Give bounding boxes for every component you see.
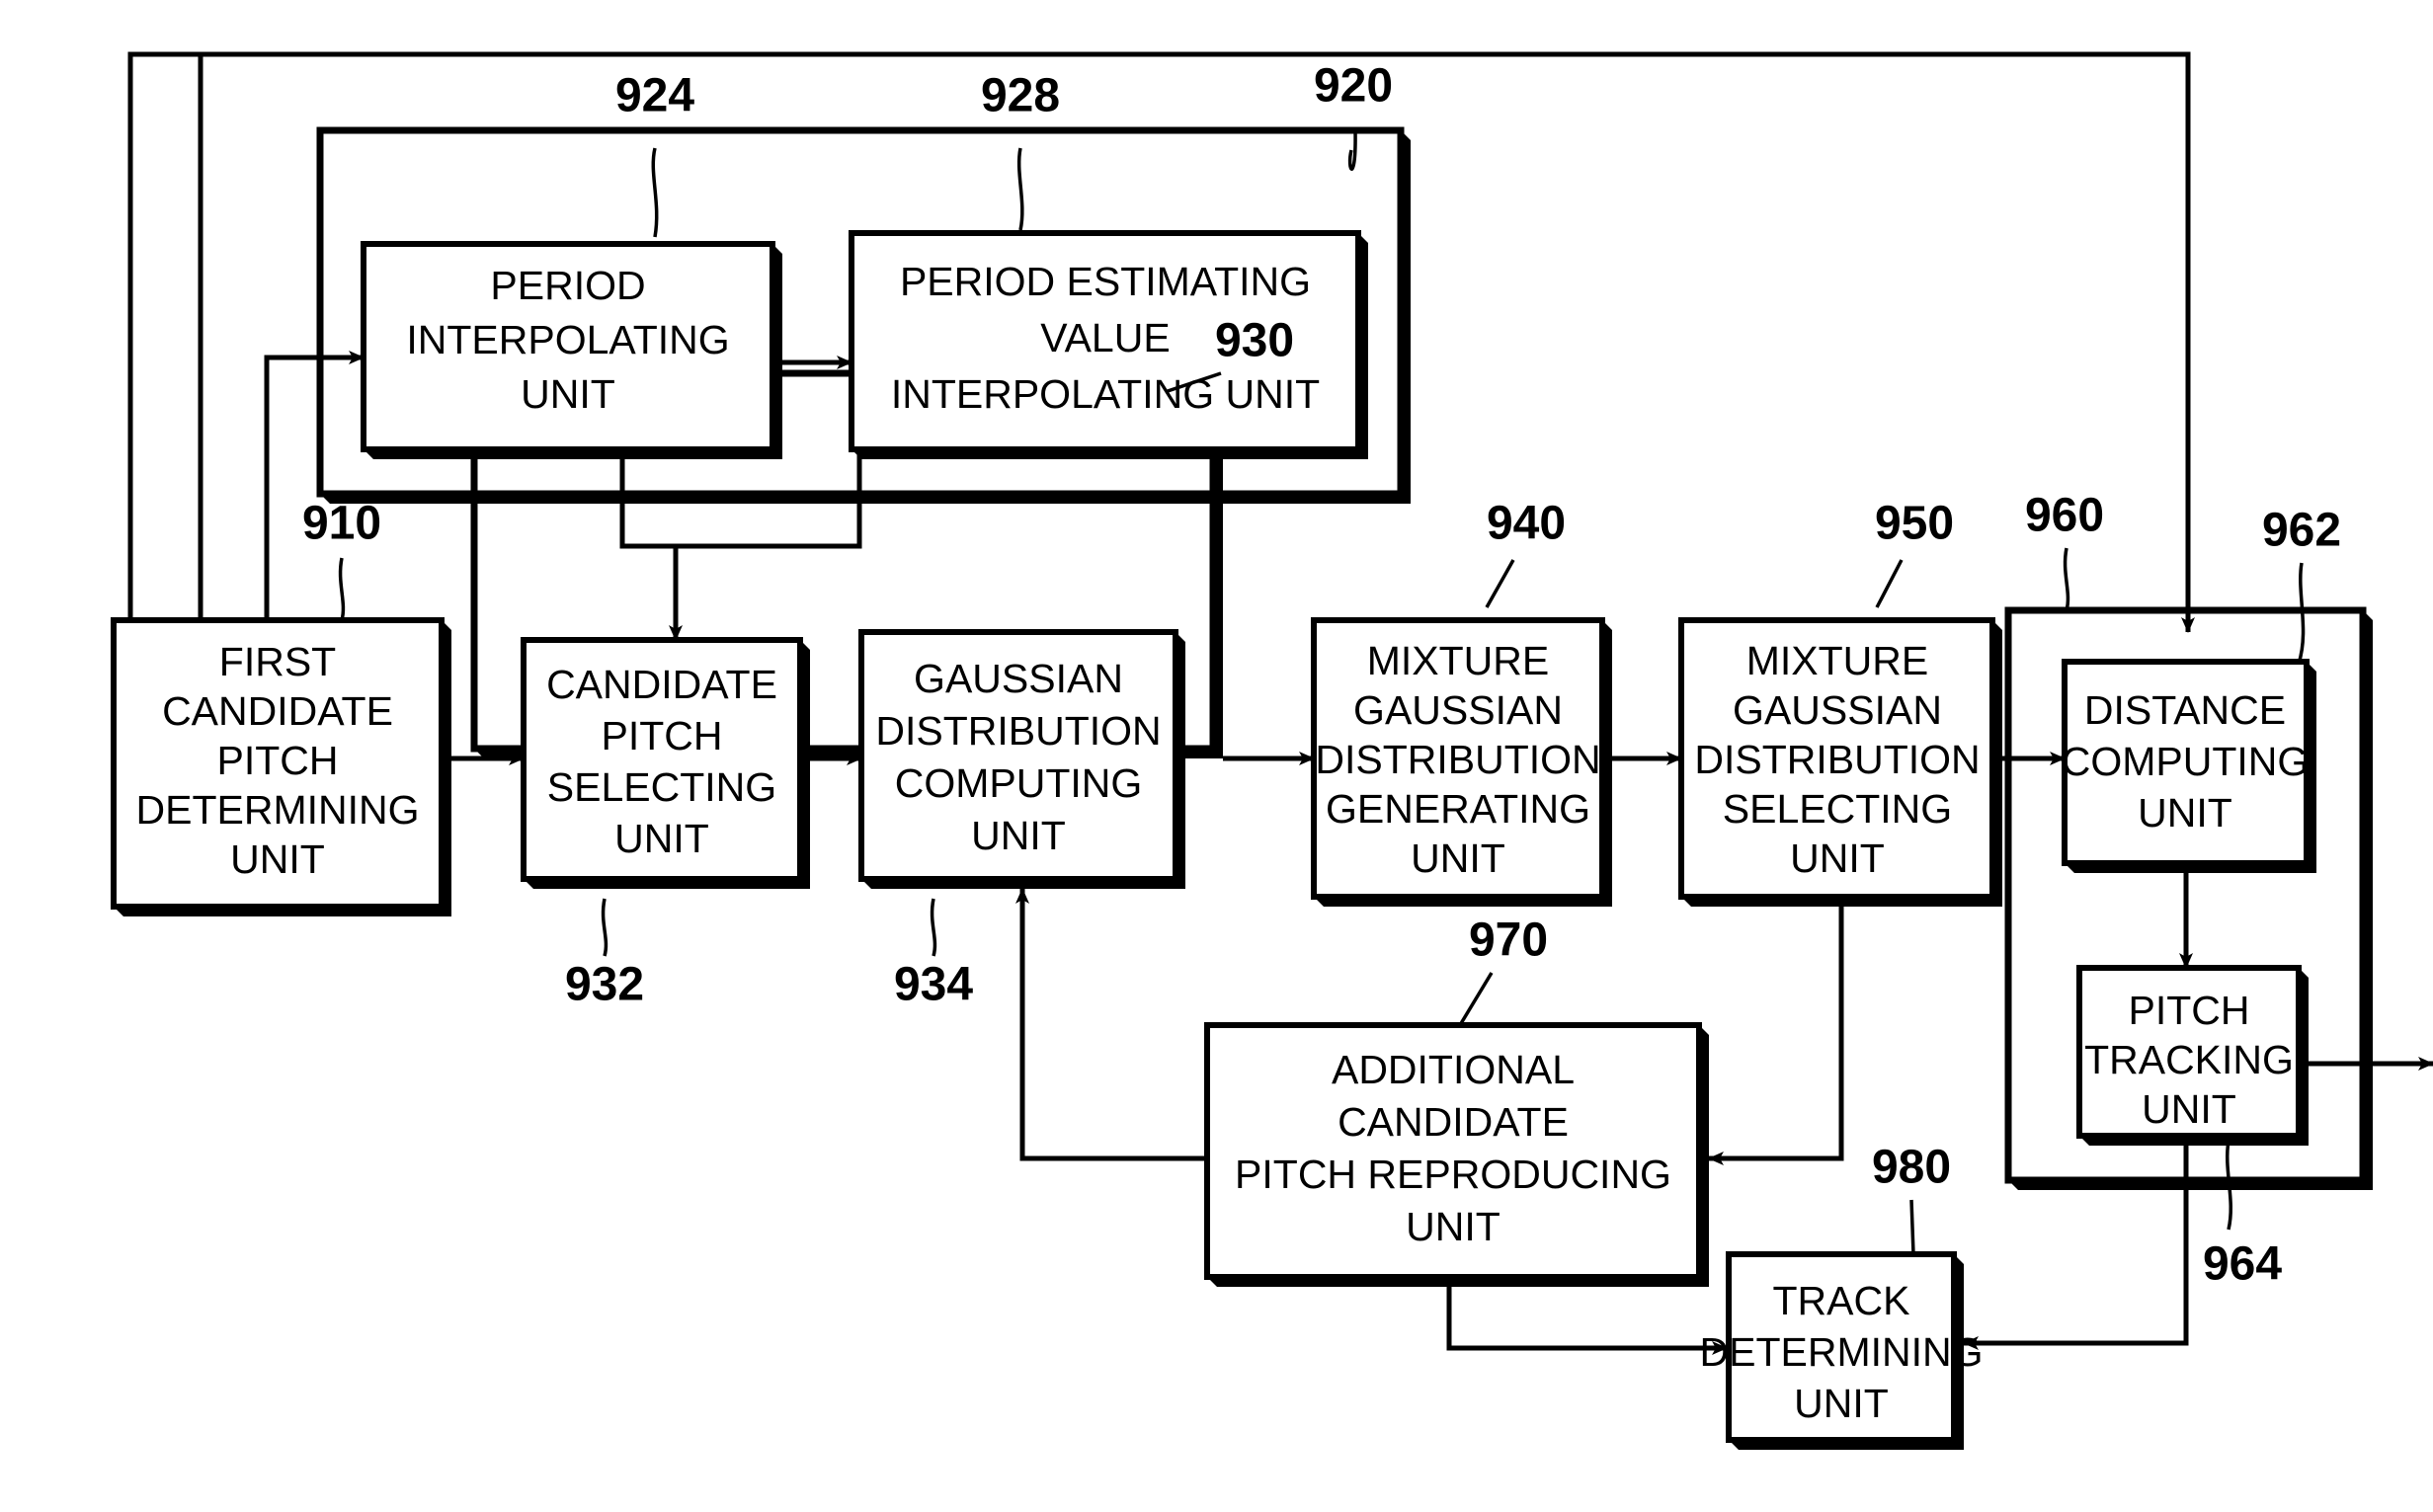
ref-950-label: 950 (1875, 498, 1954, 550)
block-910-line-2: CANDIDATE (162, 688, 393, 734)
block-934-line-4: UNIT (971, 813, 1066, 858)
block-928-line-2: VALUE (1040, 315, 1170, 360)
ref-numeral-934: 934 (894, 898, 973, 1011)
block-962-line-2: COMPUTING (2062, 739, 2310, 784)
ref-920-label: 920 (1314, 60, 1393, 113)
ref-932-label: 932 (565, 959, 644, 1011)
block-940-line-4: GENERATING (1326, 786, 1590, 832)
ref-numeral-960: 960 (2025, 490, 2104, 611)
ref-numeral-920: 920 (1314, 60, 1393, 171)
ref-numeral-928: 928 (981, 70, 1060, 231)
block-962-line-1: DISTANCE (2084, 687, 2286, 733)
block-928-line-3: INTERPOLATING UNIT (891, 371, 1320, 417)
ref-910-label: 910 (302, 498, 381, 550)
wire-970-to-980 (1446, 1277, 1728, 1355)
wire-964-to-980 (1963, 1136, 2189, 1350)
block-934-line-1: GAUSSIAN (914, 656, 1123, 701)
ref-numeral-962: 962 (2262, 505, 2341, 665)
block-964-line-1: PITCH (2129, 988, 2250, 1033)
ref-960-label: 960 (2025, 490, 2104, 542)
ref-980-label: 980 (1872, 1142, 1951, 1194)
ref-928-label: 928 (981, 70, 1060, 122)
block-mixture-gaussian-distribution-selecting-unit[interactable]: MIXTURE GAUSSIAN DISTRIBUTION SELECTING … (1678, 617, 2002, 907)
block-932-line-3: SELECTING (547, 764, 776, 810)
block-970-line-3: PITCH REPRODUCING (1235, 1152, 1671, 1197)
block-934-line-2: DISTRIBUTION (875, 708, 1161, 754)
block-940-line-3: DISTRIBUTION (1315, 737, 1600, 782)
block-first-candidate-pitch-determining-unit[interactable]: FIRST CANDIDATE PITCH DETERMINING UNIT (111, 617, 451, 916)
ref-numeral-970: 970 (1458, 915, 1548, 1026)
block-pitch-tracking-unit[interactable]: PITCH TRACKING UNIT (2076, 965, 2309, 1146)
block-932-line-4: UNIT (614, 816, 709, 861)
ref-numeral-964: 964 (2203, 1140, 2282, 1291)
block-924-line-3: UNIT (521, 371, 615, 417)
ref-numeral-932: 932 (565, 898, 644, 1011)
block-964-line-2: TRACKING (2084, 1037, 2294, 1082)
block-candidate-pitch-selecting-unit[interactable]: CANDIDATE PITCH SELECTING UNIT (521, 637, 810, 889)
block-924-line-1: PERIOD (490, 263, 645, 308)
block-910-line-3: PITCH (217, 738, 339, 783)
ref-numeral-924: 924 (615, 70, 694, 238)
block-970-line-2: CANDIDATE (1338, 1099, 1569, 1145)
ref-964-label: 964 (2203, 1238, 2282, 1291)
block-970-line-1: ADDITIONAL (1332, 1047, 1575, 1092)
ref-934-label: 934 (894, 959, 973, 1011)
block-additional-candidate-pitch-reproducing-unit[interactable]: ADDITIONAL CANDIDATE PITCH REPRODUCING U… (1204, 1022, 1709, 1287)
block-mixture-gaussian-distribution-generating-unit[interactable]: MIXTURE GAUSSIAN DISTRIBUTION GENERATING… (1311, 617, 1612, 907)
block-964-line-3: UNIT (2142, 1086, 2236, 1132)
block-962-line-3: UNIT (2138, 790, 2232, 836)
wire-970-to-934 (1015, 888, 1207, 1161)
ref-930-label: 930 (1215, 315, 1294, 367)
block-950-line-4: SELECTING (1723, 786, 1952, 832)
wire-920-outputs-to-930 (619, 449, 862, 641)
block-track-determining-unit[interactable]: TRACK DETERMINING UNIT (1700, 1251, 1984, 1450)
block-940-line-2: GAUSSIAN (1353, 687, 1563, 733)
block-950-line-3: DISTRIBUTION (1694, 737, 1980, 782)
block-980-line-2: DETERMINING (1700, 1329, 1984, 1375)
ref-940-label: 940 (1487, 498, 1566, 550)
ref-970-label: 970 (1469, 915, 1548, 967)
ref-numeral-950: 950 (1875, 498, 1954, 608)
ref-numeral-940: 940 (1485, 498, 1566, 608)
block-910-line-5: UNIT (230, 836, 325, 882)
patent-figure: FIRST CANDIDATE PITCH DETERMINING UNIT P… (0, 0, 2433, 1512)
block-910-line-4: DETERMINING (136, 787, 420, 833)
block-932-line-1: CANDIDATE (546, 662, 777, 707)
ref-numeral-910: 910 (302, 498, 381, 621)
block-950-line-5: UNIT (1790, 836, 1885, 881)
block-924-line-2: INTERPOLATING (406, 317, 729, 362)
block-diagram-canvas: FIRST CANDIDATE PITCH DETERMINING UNIT P… (111, 51, 2433, 1450)
block-950-line-2: GAUSSIAN (1733, 687, 1942, 733)
block-932-line-2: PITCH (602, 713, 723, 758)
block-period-interpolating-unit[interactable]: PERIOD INTERPOLATING UNIT (361, 241, 782, 459)
block-934-line-3: COMPUTING (895, 760, 1143, 806)
block-928-line-1: PERIOD ESTIMATING (900, 259, 1311, 304)
block-distance-computing-unit[interactable]: DISTANCE COMPUTING UNIT (2062, 659, 2316, 873)
block-950-line-1: MIXTURE (1746, 638, 1929, 683)
ref-924-label: 924 (615, 70, 694, 122)
ref-962-label: 962 (2262, 505, 2341, 557)
block-980-line-3: UNIT (1794, 1381, 1889, 1426)
block-940-line-1: MIXTURE (1367, 638, 1550, 683)
block-940-line-5: UNIT (1411, 836, 1505, 881)
block-980-line-1: TRACK (1773, 1278, 1910, 1323)
wire-into-period-interpolating (264, 351, 365, 620)
block-gaussian-distribution-computing-unit[interactable]: GAUSSIAN DISTRIBUTION COMPUTING UNIT (858, 629, 1185, 889)
block-910-line-1: FIRST (219, 639, 336, 684)
block-970-line-4: UNIT (1406, 1204, 1500, 1249)
ref-numeral-980: 980 (1872, 1142, 1951, 1255)
